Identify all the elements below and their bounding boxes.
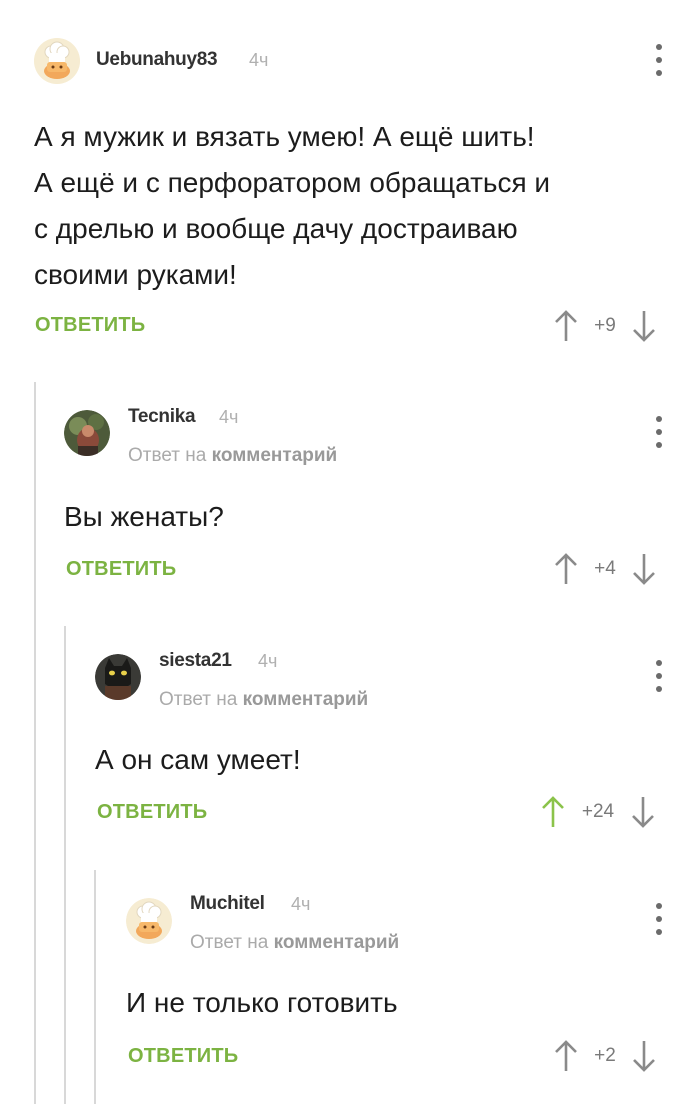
reply-button[interactable]: ОТВЕТИТЬ	[97, 801, 207, 824]
comment-menu-button[interactable]	[654, 44, 664, 76]
arrow-down-icon[interactable]	[631, 309, 657, 343]
reply-to-link[interactable]: Ответ на комментарий	[128, 445, 337, 467]
vote-controls: +9	[553, 308, 657, 344]
avatar[interactable]	[95, 654, 141, 700]
thread-line-level-1	[34, 382, 36, 1104]
arrow-down-icon[interactable]	[631, 552, 657, 586]
vote-controls: +4	[553, 551, 657, 587]
thread-line-level-3	[94, 870, 96, 1104]
arrow-up-icon[interactable]	[553, 552, 579, 586]
comment-menu-button[interactable]	[654, 903, 664, 935]
comment-time: 4ч	[258, 651, 278, 671]
rating: +24	[581, 801, 615, 822]
comment-time: 4ч	[291, 894, 311, 914]
arrow-up-icon[interactable]	[553, 1039, 579, 1073]
vertical-dots-icon	[656, 903, 662, 909]
thread-line-level-2	[64, 626, 66, 1104]
black-cat-avatar	[95, 654, 141, 700]
arrow-down-icon[interactable]	[631, 1039, 657, 1073]
reply-to-link[interactable]: Ответ на комментарий	[190, 932, 399, 954]
username[interactable]: Tecnika	[128, 406, 196, 428]
comment-menu-button[interactable]	[654, 416, 664, 448]
rating: +4	[594, 558, 616, 579]
vote-controls: +24	[540, 794, 656, 830]
vertical-dots-icon	[656, 44, 662, 50]
rating: +9	[594, 315, 616, 336]
comment-text: А он сам умеет!	[95, 744, 301, 775]
username[interactable]: Uebunahuy83	[96, 49, 218, 71]
rating: +2	[594, 1045, 616, 1066]
comment-text: А я мужик и вязать умею! А ещё шить! А е…	[34, 121, 551, 290]
arrow-up-icon[interactable]	[553, 309, 579, 343]
chef-hat-avatar-icon	[126, 898, 172, 944]
arrow-down-icon[interactable]	[630, 795, 656, 829]
comment-time: 4ч	[219, 407, 239, 427]
chef-hat-avatar-icon	[34, 38, 80, 84]
comment-text: Вы женаты?	[64, 501, 224, 532]
reply-to-link[interactable]: Ответ на комментарий	[159, 689, 368, 711]
reply-button[interactable]: ОТВЕТИТЬ	[128, 1045, 238, 1068]
comment-text: И не только готовить	[126, 987, 398, 1018]
vertical-dots-icon	[656, 416, 662, 422]
user-photo-avatar	[64, 410, 110, 456]
arrow-up-icon[interactable]	[540, 795, 566, 829]
avatar[interactable]	[126, 898, 172, 944]
reply-button[interactable]: ОТВЕТИТЬ	[66, 558, 176, 581]
reply-button[interactable]: ОТВЕТИТЬ	[35, 314, 145, 337]
vertical-dots-icon	[656, 660, 662, 666]
username[interactable]: siesta21	[159, 650, 232, 672]
avatar[interactable]	[34, 38, 80, 84]
avatar[interactable]	[64, 410, 110, 456]
comment-menu-button[interactable]	[654, 660, 664, 692]
comment-time: 4ч	[249, 50, 269, 70]
username[interactable]: Muchitel	[190, 893, 265, 915]
vote-controls: +2	[553, 1038, 657, 1074]
